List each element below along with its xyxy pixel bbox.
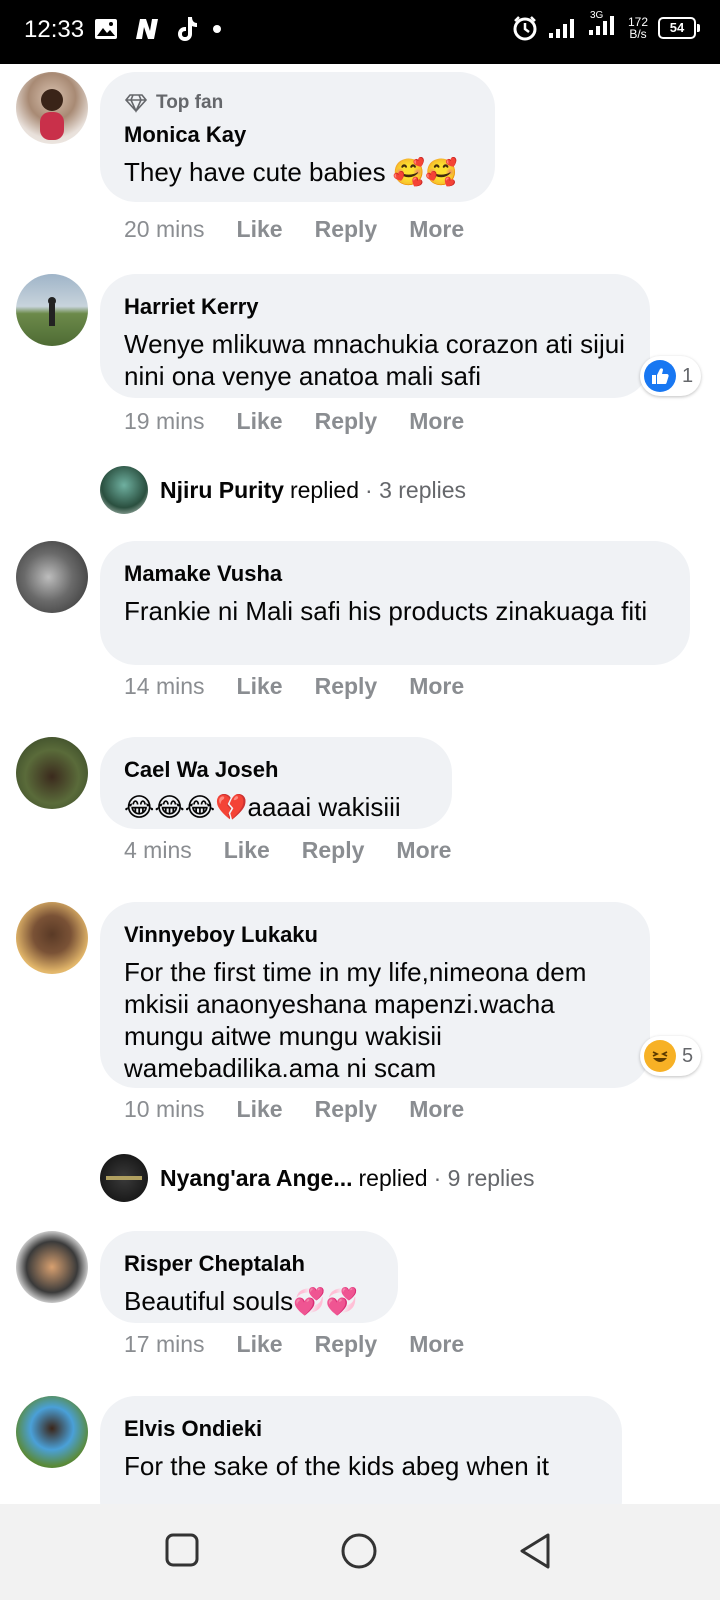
comment-text: 😂😂😂💔aaaai wakisiii bbox=[124, 792, 401, 822]
comments-feed[interactable]: Top fan Monica Kay They have cute babies… bbox=[0, 64, 720, 1504]
replies-link[interactable]: Njiru Purity replied · 3 replies bbox=[100, 466, 466, 514]
comment-bubble[interactable]: Mamake Vusha Frankie ni Mali safi his pr… bbox=[100, 541, 690, 665]
comment-author[interactable]: Monica Kay bbox=[124, 122, 471, 148]
reply-button[interactable]: Reply bbox=[302, 837, 365, 864]
comment-author[interactable]: Risper Cheptalah bbox=[124, 1251, 374, 1277]
gallery-icon bbox=[95, 19, 117, 39]
signal-3g: 3G bbox=[588, 10, 618, 41]
avatar[interactable] bbox=[16, 274, 88, 346]
more-button[interactable]: More bbox=[409, 1331, 464, 1358]
comment-bubble[interactable]: Top fan Monica Kay They have cute babies… bbox=[100, 72, 495, 202]
badge-label: Top fan bbox=[156, 92, 224, 113]
comment-author[interactable]: Elvis Ondieki bbox=[124, 1416, 598, 1442]
comment-text: Frankie ni Mali safi his products zinaku… bbox=[124, 596, 648, 626]
like-button[interactable]: Like bbox=[237, 408, 283, 435]
reaction-count[interactable]: 1 bbox=[640, 356, 702, 396]
reply-avatar bbox=[100, 466, 148, 514]
comment-actions: 17 mins Like Reply More bbox=[124, 1331, 464, 1358]
comment-bubble[interactable]: Harriet Kerry Wenye mlikuwa mnachukia co… bbox=[100, 274, 650, 398]
comment-time[interactable]: 20 mins bbox=[124, 216, 205, 243]
comment-time[interactable]: 19 mins bbox=[124, 408, 205, 435]
avatar[interactable] bbox=[16, 902, 88, 974]
speed-value: 172 bbox=[627, 14, 648, 29]
comment-time[interactable]: 4 mins bbox=[124, 837, 192, 864]
like-button[interactable]: Like bbox=[237, 216, 283, 243]
like-reaction-icon bbox=[644, 360, 676, 392]
like-button[interactable]: Like bbox=[237, 1096, 283, 1123]
more-button[interactable]: More bbox=[409, 673, 464, 700]
reaction-number: 1 bbox=[682, 364, 694, 387]
reply-button[interactable]: Reply bbox=[315, 1096, 378, 1123]
tiktok-icon bbox=[178, 17, 197, 41]
comment-time[interactable]: 17 mins bbox=[124, 1331, 205, 1358]
comment-time[interactable]: 14 mins bbox=[124, 673, 205, 700]
reply-avatar bbox=[100, 1154, 148, 1202]
signal-icon bbox=[548, 18, 574, 38]
square-icon[interactable] bbox=[164, 1532, 200, 1568]
reaction-number: 5 bbox=[682, 1044, 694, 1067]
haha-reaction-icon bbox=[644, 1040, 676, 1072]
triangle-back-icon[interactable] bbox=[518, 1532, 552, 1570]
comment-author[interactable]: Harriet Kerry bbox=[124, 294, 626, 320]
like-button[interactable]: Like bbox=[237, 673, 283, 700]
reply-button[interactable]: Reply bbox=[315, 1331, 378, 1358]
comment-actions: 10 mins Like Reply More bbox=[124, 1096, 464, 1123]
more-button[interactable]: More bbox=[396, 837, 451, 864]
diamond-icon bbox=[124, 94, 148, 113]
dot-icon bbox=[213, 25, 221, 33]
comment-text: Wenye mlikuwa mnachukia corazon ati siju… bbox=[124, 329, 625, 391]
network-type: 3G bbox=[589, 10, 604, 21]
avatar[interactable] bbox=[16, 541, 88, 613]
status-right: 3G 172 B/s 54 bbox=[512, 10, 700, 41]
comment-bubble[interactable]: Risper Cheptalah Beautiful souls💞💞 bbox=[100, 1231, 398, 1323]
reply-author: Nyang'ara Ange... bbox=[160, 1164, 353, 1191]
alarm-icon bbox=[513, 15, 537, 40]
reply-verb: replied bbox=[358, 1164, 428, 1191]
avatar[interactable] bbox=[16, 72, 88, 144]
more-button[interactable]: More bbox=[409, 408, 464, 435]
comment-actions: 14 mins Like Reply More bbox=[124, 673, 464, 700]
more-button[interactable]: More bbox=[409, 216, 464, 243]
comment-author[interactable]: Mamake Vusha bbox=[124, 561, 666, 587]
replies-link[interactable]: Nyang'ara Ange... replied · 9 replies bbox=[100, 1154, 535, 1202]
reply-count: · 3 replies bbox=[365, 476, 466, 503]
comment-bubble[interactable]: Cael Wa Joseh 😂😂😂💔aaaai wakisiii bbox=[100, 737, 452, 829]
reply-count: · 9 replies bbox=[433, 1164, 535, 1191]
comment-text: Beautiful souls💞💞 bbox=[124, 1286, 358, 1316]
system-nav-bar bbox=[0, 1504, 720, 1600]
battery-indicator: 54 bbox=[658, 16, 700, 39]
reply-button[interactable]: Reply bbox=[315, 408, 378, 435]
like-button[interactable]: Like bbox=[237, 1331, 283, 1358]
comment-text: They have cute babies 🥰🥰 bbox=[124, 157, 458, 187]
reply-verb: replied bbox=[289, 476, 360, 503]
reply-author: Njiru Purity bbox=[160, 476, 284, 503]
reply-button[interactable]: Reply bbox=[315, 673, 378, 700]
comment-actions: 20 mins Like Reply More bbox=[124, 216, 464, 243]
avatar[interactable] bbox=[16, 1396, 88, 1468]
status-bar: 12:33 3G 172 B/s 54 bbox=[0, 0, 720, 64]
circle-icon[interactable] bbox=[340, 1532, 378, 1570]
more-button[interactable]: More bbox=[409, 1096, 464, 1123]
comment-actions: 4 mins Like Reply More bbox=[124, 837, 451, 864]
netflix-n-icon bbox=[136, 19, 158, 39]
like-button[interactable]: Like bbox=[224, 837, 270, 864]
comment-text: For the first time in my life,nimeona de… bbox=[124, 957, 587, 1083]
speed-unit: B/s bbox=[629, 26, 647, 41]
comment-actions: 19 mins Like Reply More bbox=[124, 408, 464, 435]
comment-time[interactable]: 10 mins bbox=[124, 1096, 205, 1123]
status-time: 12:33 bbox=[24, 16, 85, 43]
comment-text: For the sake of the kids abeg when it bbox=[124, 1451, 549, 1481]
avatar[interactable] bbox=[16, 1231, 88, 1303]
comment-bubble[interactable]: Elvis Ondieki For the sake of the kids a… bbox=[100, 1396, 622, 1504]
top-fan-badge: Top fan bbox=[124, 92, 471, 114]
reply-button[interactable]: Reply bbox=[315, 216, 378, 243]
network-speed: 172 B/s bbox=[628, 16, 648, 40]
avatar[interactable] bbox=[16, 737, 88, 809]
comment-author[interactable]: Cael Wa Joseh bbox=[124, 757, 428, 783]
comment-bubble[interactable]: Vinnyeboy Lukaku For the first time in m… bbox=[100, 902, 650, 1088]
reaction-count[interactable]: 5 bbox=[640, 1036, 702, 1076]
comment-author[interactable]: Vinnyeboy Lukaku bbox=[124, 922, 626, 948]
notification-icons bbox=[94, 16, 222, 42]
